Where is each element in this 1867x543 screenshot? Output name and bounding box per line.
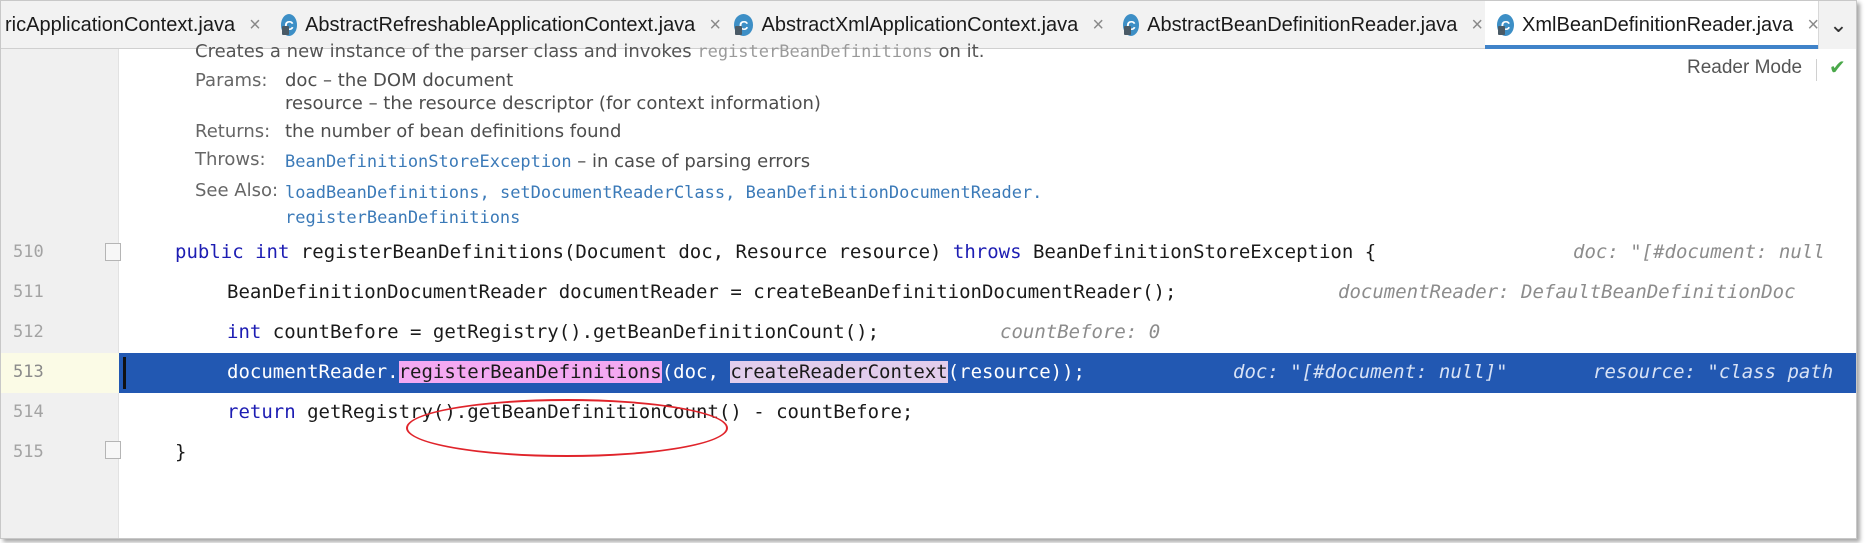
class-icon: C bbox=[281, 14, 298, 36]
fold-marker-icon[interactable] bbox=[105, 441, 121, 459]
doc-throws-value: BeanDefinitionStoreException – in case o… bbox=[285, 151, 811, 172]
line-number: 511 bbox=[13, 282, 44, 302]
tab-xml-bean-definition-reader[interactable]: C XmlBeanDefinitionReader.java × bbox=[1485, 1, 1819, 49]
code-text: public int registerBeanDefinitions(Docum… bbox=[175, 241, 1377, 263]
inline-debug-hint: doc: "[#document: null]" bbox=[1233, 361, 1508, 383]
code-editor[interactable]: Creates a new instance of the parser cla… bbox=[1, 41, 1856, 538]
annotation-ellipse bbox=[406, 399, 728, 457]
line-number: 512 bbox=[13, 322, 44, 342]
code-text: documentReader.registerBeanDefinitions(d… bbox=[227, 361, 1085, 383]
close-icon[interactable]: × bbox=[249, 14, 261, 37]
close-icon[interactable]: × bbox=[709, 14, 721, 37]
doc-returns-value: the number of bean definitions found bbox=[285, 121, 622, 142]
code-line-512[interactable]: 512 int countBefore = getRegistry().getB… bbox=[1, 313, 1856, 353]
class-icon: C bbox=[734, 14, 754, 36]
see-also-link[interactable]: setDocumentReaderClass bbox=[500, 183, 725, 203]
code-text: BeanDefinitionDocumentReader documentRea… bbox=[227, 281, 1177, 303]
separator bbox=[1816, 59, 1817, 81]
doc-summary: Creates a new instance of the parser cla… bbox=[195, 41, 985, 62]
code-line-513-current-execution[interactable]: 513 documentReader.registerBeanDefinitio… bbox=[1, 353, 1856, 393]
highlighted-call-create-reader-context: createReaderContext bbox=[730, 361, 948, 383]
doc-see-also-links: loadBeanDefinitions, setDocumentReaderCl… bbox=[285, 183, 1043, 203]
tab-label: AbstractRefreshableApplicationContext.ja… bbox=[305, 13, 696, 36]
line-number: 514 bbox=[13, 402, 44, 422]
inline-debug-hint: doc: "[#document: null bbox=[1573, 241, 1825, 263]
code-line-511[interactable]: 511 BeanDefinitionDocumentReader documen… bbox=[1, 273, 1856, 313]
tab-label: XmlBeanDefinitionReader.java bbox=[1522, 13, 1794, 36]
text-caret bbox=[123, 357, 126, 389]
tab-label: AbstractBeanDefinitionReader.java bbox=[1147, 13, 1458, 36]
doc-throws-label: Throws: bbox=[195, 149, 266, 170]
code-line-514[interactable]: 514 return getRegistry().getBeanDefiniti… bbox=[1, 393, 1856, 433]
inline-debug-hint: resource: "class path bbox=[1593, 361, 1834, 383]
close-icon[interactable]: × bbox=[1471, 14, 1483, 37]
see-also-link[interactable]: registerBeanDefinitions bbox=[285, 208, 520, 228]
see-also-link[interactable]: BeanDefinitionDocumentReader. bbox=[746, 183, 1043, 203]
class-icon: C bbox=[1123, 14, 1140, 36]
code-line-515[interactable]: 515 } bbox=[1, 433, 1856, 473]
doc-see-also-link-last: registerBeanDefinitions bbox=[285, 207, 520, 228]
inline-debug-hint: documentReader: DefaultBeanDefinitionDoc bbox=[1338, 281, 1796, 303]
code-line-510[interactable]: 510 public int registerBeanDefinitions(D… bbox=[1, 233, 1856, 273]
doc-param-resource: resource – the resource descriptor (for … bbox=[285, 93, 821, 114]
code-text: int countBefore = getRegistry().getBeanD… bbox=[227, 321, 880, 343]
chevron-down-icon[interactable]: ⌄ bbox=[1818, 1, 1856, 49]
see-also-link[interactable]: loadBeanDefinitions bbox=[285, 183, 479, 203]
line-number: 510 bbox=[13, 242, 44, 262]
line-number: 513 bbox=[13, 362, 44, 382]
code-text: } bbox=[175, 441, 187, 463]
reader-mode-toggle[interactable]: Reader Mode bbox=[1687, 57, 1802, 79]
check-icon: ✔ bbox=[1829, 57, 1846, 79]
highlighted-method-call: registerBeanDefinitions bbox=[398, 361, 662, 383]
class-icon: C bbox=[1497, 14, 1515, 36]
doc-param-doc: doc – the DOM document bbox=[285, 70, 514, 91]
close-icon[interactable]: × bbox=[1092, 14, 1104, 37]
line-number: 515 bbox=[13, 442, 44, 462]
inline-debug-hint: countBefore: 0 bbox=[1000, 321, 1161, 343]
throws-link[interactable]: BeanDefinitionStoreException bbox=[285, 152, 572, 172]
tab-label: AbstractXmlApplicationContext.java bbox=[761, 13, 1079, 36]
doc-params-label: Params: bbox=[195, 70, 268, 91]
doc-see-also-label: See Also: bbox=[195, 180, 279, 201]
tab-label: ricApplicationContext.java bbox=[5, 13, 236, 36]
fold-marker-icon[interactable] bbox=[105, 243, 121, 261]
tab-abstract-bean-definition-reader[interactable]: C AbstractBeanDefinitionReader.java × bbox=[1123, 1, 1483, 49]
doc-returns-label: Returns: bbox=[195, 121, 271, 142]
ide-window: ricApplicationContext.java × C AbstractR… bbox=[0, 0, 1857, 539]
